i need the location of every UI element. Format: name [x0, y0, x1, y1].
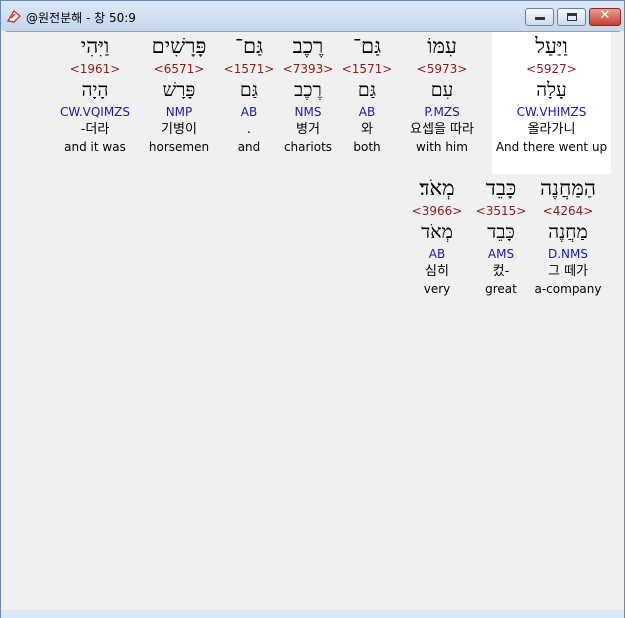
- hebrew-word: עִמּוֹ: [427, 34, 457, 58]
- minimize-button[interactable]: [525, 8, 554, 26]
- english-gloss: with him: [416, 140, 468, 154]
- english-gloss: a-company: [534, 282, 602, 296]
- word-card-selected[interactable]: וַיַּעַל <5927> עָלָה CW.VHIMZS 올라가니 And…: [492, 32, 611, 174]
- hebrew-lemma: עָלָה: [536, 79, 567, 101]
- window-bottom-border: [1, 610, 624, 618]
- word-card[interactable]: הַמַּחֲנֶה <4264> מַחֲנֶה D.NMS 그 떼가 a-c…: [508, 176, 625, 297]
- word-card[interactable]: עִמּוֹ <5973> עִם P.MZS 요셉을 따라 with him: [382, 34, 502, 155]
- morphology-code: D.NMS: [547, 247, 588, 261]
- window-title: @원전분해 - 창 50:9: [26, 11, 136, 25]
- hebrew-word: וַיַּעַל: [535, 34, 568, 58]
- maximize-icon: [567, 13, 577, 21]
- korean-gloss: 올라가니: [527, 122, 576, 137]
- minimize-icon: [535, 17, 545, 20]
- maximize-button[interactable]: [557, 8, 586, 26]
- strong-number[interactable]: <5973>: [382, 60, 502, 79]
- title-bar[interactable]: @원전분해 - 창 50:9 ✕: [1, 1, 624, 31]
- close-button[interactable]: ✕: [589, 8, 621, 26]
- korean-gloss: 그 떼가: [547, 264, 588, 279]
- english-gloss: And there went up: [495, 140, 608, 154]
- korean-gloss: 요셉을 따라: [410, 122, 474, 137]
- morphology-code: P.MZS: [424, 105, 460, 119]
- hebrew-word: הַמַּחֲנֶה: [540, 176, 596, 200]
- hebrew-lemma: עִם: [430, 79, 454, 101]
- close-icon: ✕: [599, 8, 611, 23]
- app-icon: [6, 8, 22, 24]
- hebrew-lemma: מַחֲנֶה: [548, 221, 588, 243]
- analysis-panel: וַיִּהִי <1961> הָיָה CW.VQIMZS -더라 and …: [6, 31, 620, 609]
- morphology-code: CW.VHIMZS: [516, 105, 587, 119]
- app-window: @원전분해 - 창 50:9 ✕ וַיִּהִי <1961> הָיָה C…: [0, 0, 625, 618]
- strong-number[interactable]: <4264>: [508, 202, 625, 221]
- strong-number[interactable]: <5927>: [492, 60, 611, 79]
